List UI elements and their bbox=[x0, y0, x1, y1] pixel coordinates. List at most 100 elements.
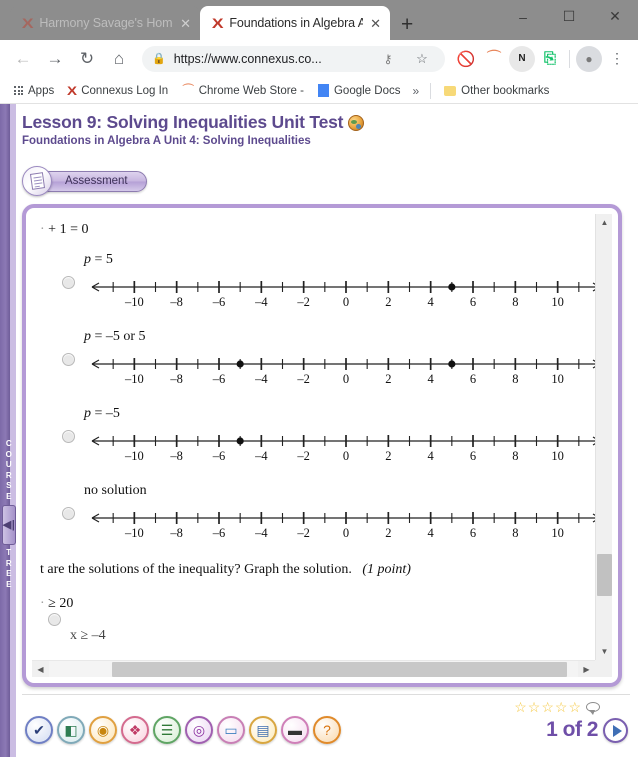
key-icon[interactable]: ⚷ bbox=[375, 46, 401, 72]
option-label: p = –5 or 5 bbox=[84, 329, 146, 344]
check-mark-tool[interactable]: ✔ bbox=[25, 716, 53, 744]
toolbar-divider bbox=[569, 49, 570, 68]
minimize-button[interactable]: – bbox=[500, 0, 546, 33]
pushpin-tool[interactable]: ❖ bbox=[121, 716, 149, 744]
help-tool[interactable]: ? bbox=[313, 716, 341, 744]
next-question-text: t are the solutions of the inequality? G… bbox=[32, 546, 595, 578]
back-icon[interactable]: ← bbox=[8, 44, 38, 74]
monitor-tool[interactable]: ▭ bbox=[217, 716, 245, 744]
svg-text:6: 6 bbox=[470, 526, 476, 540]
question-inner: · + 1 = 0 p = 5 –10 –8 –6 –4 –2 0 2 4 6 8 10 p = –5 … bbox=[32, 214, 612, 677]
rail-stripe bbox=[10, 104, 16, 757]
scroll-right-button[interactable]: ▶ bbox=[578, 661, 595, 677]
svg-text:–2: –2 bbox=[296, 526, 310, 540]
radio-button[interactable] bbox=[62, 276, 75, 289]
answer-option-3[interactable]: p = –5 –10 –8 –6 –4 –2 0 2 4 6 8 10 bbox=[32, 406, 595, 469]
scanner-tool[interactable]: ▤ bbox=[249, 716, 277, 744]
partial-option-row[interactable]: x ≥ –4 bbox=[32, 612, 595, 644]
forward-icon[interactable]: → bbox=[40, 44, 70, 74]
reload-icon[interactable]: ↻ bbox=[72, 44, 102, 74]
question-scroll-area: · + 1 = 0 p = 5 –10 –8 –6 –4 –2 0 2 4 6 8 10 p = –5 … bbox=[32, 214, 595, 660]
page-title-text: Lesson 9: Solving Inequalities Unit Test bbox=[22, 112, 344, 132]
page-subtitle: Foundations in Algebra A Unit 4: Solving… bbox=[22, 135, 311, 147]
adblock-icon[interactable]: 🚫 bbox=[453, 46, 479, 72]
home-icon[interactable]: ⌂ bbox=[104, 44, 134, 74]
svg-text:0: 0 bbox=[343, 295, 349, 309]
radio-button[interactable] bbox=[62, 507, 75, 520]
scroll-left-button[interactable]: ◀ bbox=[32, 661, 49, 677]
bookmark-connexus[interactable]: X Connexus Log In bbox=[63, 82, 173, 100]
tab-close-icon[interactable]: ✕ bbox=[370, 17, 381, 30]
other-bookmarks-folder[interactable]: Other bookmarks bbox=[439, 83, 554, 99]
svg-text:2: 2 bbox=[385, 295, 391, 309]
notion-clipper-icon[interactable]: N bbox=[509, 45, 535, 72]
horizontal-scroll-thumb[interactable] bbox=[112, 662, 567, 677]
svg-text:10: 10 bbox=[551, 526, 564, 540]
bookmark-google-docs[interactable]: Google Docs bbox=[313, 82, 405, 99]
radio-button[interactable] bbox=[62, 353, 75, 366]
printer-tool[interactable]: ▬ bbox=[281, 716, 309, 744]
three-dot-menu-icon[interactable]: ⋮ bbox=[604, 46, 630, 72]
tab-title: Harmony Savage's Home bbox=[39, 16, 174, 30]
answer-option-1[interactable]: p = 5 –10 –8 –6 –4 –2 0 2 4 6 8 10 bbox=[32, 252, 595, 315]
collapse-left-icon[interactable]: ◀| bbox=[2, 505, 16, 545]
globe-icon bbox=[348, 114, 365, 131]
star-icon[interactable]: ☆ bbox=[528, 700, 541, 714]
star-icon[interactable]: ☆ bbox=[514, 700, 527, 714]
grammarly-icon[interactable]: ⎘ bbox=[537, 46, 563, 72]
svg-text:–10: –10 bbox=[124, 526, 144, 540]
page-content: COURSE ◀| TREE Lesson 9: Solving Inequal… bbox=[0, 104, 638, 757]
svg-text:4: 4 bbox=[428, 449, 435, 463]
lesson-header: Lesson 9: Solving Inequalities Unit Test… bbox=[22, 112, 630, 147]
page-title: Lesson 9: Solving Inequalities Unit Test bbox=[22, 112, 630, 133]
svg-text:2: 2 bbox=[385, 526, 391, 540]
bookmark-star-icon[interactable]: ☆ bbox=[409, 46, 435, 72]
new-tab-button[interactable]: + bbox=[401, 14, 413, 35]
close-window-button[interactable]: ✕ bbox=[592, 0, 638, 33]
course-tree-text-top: COURSE bbox=[5, 439, 13, 501]
maximize-button[interactable]: ☐ bbox=[546, 0, 592, 33]
scroll-up-button[interactable]: ▲ bbox=[596, 214, 612, 231]
panel-horizontal-scrollbar[interactable]: ◀ ▶ bbox=[32, 660, 595, 677]
notebook-tool[interactable]: ◧ bbox=[57, 716, 85, 744]
address-bar[interactable]: 🔒 https://www.connexus.co... ⚷ ☆ bbox=[142, 45, 445, 72]
checklist-tool[interactable]: ☰ bbox=[153, 716, 181, 744]
folder-icon bbox=[444, 85, 457, 96]
course-tree-label[interactable]: COURSE ◀| TREE bbox=[0, 439, 18, 639]
vertical-scroll-thumb[interactable] bbox=[597, 554, 612, 596]
scroll-down-button[interactable]: ▼ bbox=[596, 643, 612, 660]
bookmark-apps[interactable]: Apps bbox=[9, 83, 59, 99]
honey-icon[interactable]: ⏜ bbox=[481, 46, 507, 72]
assessment-badge[interactable]: Assessment bbox=[22, 166, 147, 196]
bookmark-chrome-web-store[interactable]: ⏜ Chrome Web Store - bbox=[177, 81, 309, 100]
star-icon[interactable]: ☆ bbox=[541, 700, 554, 714]
browser-tab-2[interactable]: X Foundations in Algebra A: ✕ bbox=[200, 6, 390, 40]
next-arrow-icon[interactable] bbox=[603, 718, 628, 743]
radio-button[interactable] bbox=[48, 613, 61, 626]
profile-avatar-icon[interactable]: ● bbox=[576, 45, 602, 72]
panel-vertical-scrollbar[interactable]: ▲ ▼ bbox=[595, 214, 612, 660]
browser-tab-1[interactable]: X Harmony Savage's Home ✕ bbox=[10, 6, 200, 40]
svg-text:4: 4 bbox=[428, 372, 435, 386]
svg-text:10: 10 bbox=[551, 449, 564, 463]
coins-tool[interactable]: ◉ bbox=[89, 716, 117, 744]
bookmark-label: Apps bbox=[28, 84, 55, 97]
star-icon[interactable]: ☆ bbox=[555, 700, 568, 714]
connexus-x-icon: X bbox=[67, 83, 78, 98]
tab-close-icon[interactable]: ✕ bbox=[180, 17, 191, 30]
speech-bubble-icon[interactable] bbox=[586, 702, 600, 715]
course-tree-rail bbox=[0, 104, 10, 757]
svg-text:8: 8 bbox=[512, 526, 518, 540]
star-rating[interactable]: ☆ ☆ ☆ ☆ ☆ bbox=[514, 700, 600, 715]
bookmark-label: Google Docs bbox=[333, 84, 401, 97]
svg-text:–4: –4 bbox=[254, 372, 268, 386]
answer-option-2[interactable]: p = –5 or 5 –10 –8 –6 –4 –2 0 2 4 6 8 10 bbox=[32, 329, 595, 392]
answer-fragment-text: ≥ 20 bbox=[48, 596, 74, 611]
svg-text:–8: –8 bbox=[169, 372, 183, 386]
apps-grid-icon bbox=[14, 86, 23, 95]
target-tool[interactable]: ◎ bbox=[185, 716, 213, 744]
radio-button[interactable] bbox=[62, 430, 75, 443]
star-icon[interactable]: ☆ bbox=[568, 700, 581, 714]
answer-option-4[interactable]: no solution –10 –8 –6 –4 –2 0 2 4 6 8 10 bbox=[32, 483, 595, 546]
bookmarks-overflow-icon[interactable]: » bbox=[409, 84, 422, 98]
